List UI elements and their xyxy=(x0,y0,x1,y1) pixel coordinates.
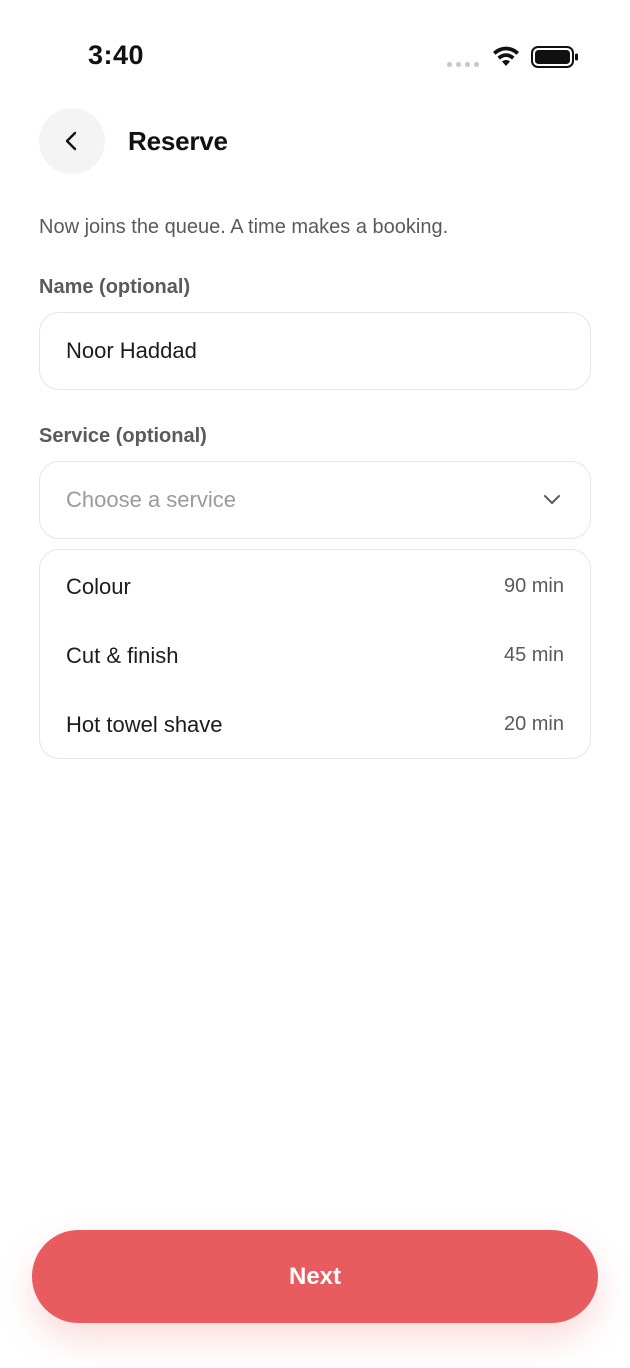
service-options-list: Colour 90 min Cut & finish 45 min Hot to… xyxy=(39,549,591,759)
service-option-duration: 20 min xyxy=(503,713,564,735)
service-option-name: Cut & finish xyxy=(66,642,179,668)
service-option-duration: 45 min xyxy=(503,644,564,666)
reserve-screen: 3:40 Reserve Now joins the queue. A time… xyxy=(0,0,630,1368)
service-option-duration: 90 min xyxy=(503,575,564,597)
name-input[interactable]: Noor Haddad xyxy=(39,312,591,390)
name-field-label: Name (optional) xyxy=(39,276,191,298)
service-option[interactable]: Colour 90 min xyxy=(40,552,590,621)
service-option[interactable]: Cut & finish 45 min xyxy=(40,621,590,690)
battery-icon xyxy=(531,46,578,68)
back-button[interactable] xyxy=(39,108,105,174)
page-title: Reserve xyxy=(128,126,228,156)
cellular-signal-icon xyxy=(447,62,479,67)
chevron-left-icon xyxy=(65,131,77,151)
page-subtitle: Now joins the queue. A time makes a book… xyxy=(39,216,449,238)
service-select-placeholder: Choose a service xyxy=(66,487,236,512)
service-field-label: Service (optional) xyxy=(39,425,207,447)
name-input-value: Noor Haddad xyxy=(66,338,197,363)
service-select[interactable]: Choose a service xyxy=(39,461,591,539)
chevron-down-icon xyxy=(544,495,560,504)
service-option-name: Hot towel shave xyxy=(66,711,223,737)
next-button[interactable]: Next xyxy=(32,1230,598,1323)
status-time: 3:40 xyxy=(88,40,145,70)
service-option-name: Colour xyxy=(66,573,131,599)
service-option[interactable]: Hot towel shave 20 min xyxy=(40,690,590,759)
wifi-icon xyxy=(493,46,519,66)
status-bar: 3:40 xyxy=(0,0,630,110)
